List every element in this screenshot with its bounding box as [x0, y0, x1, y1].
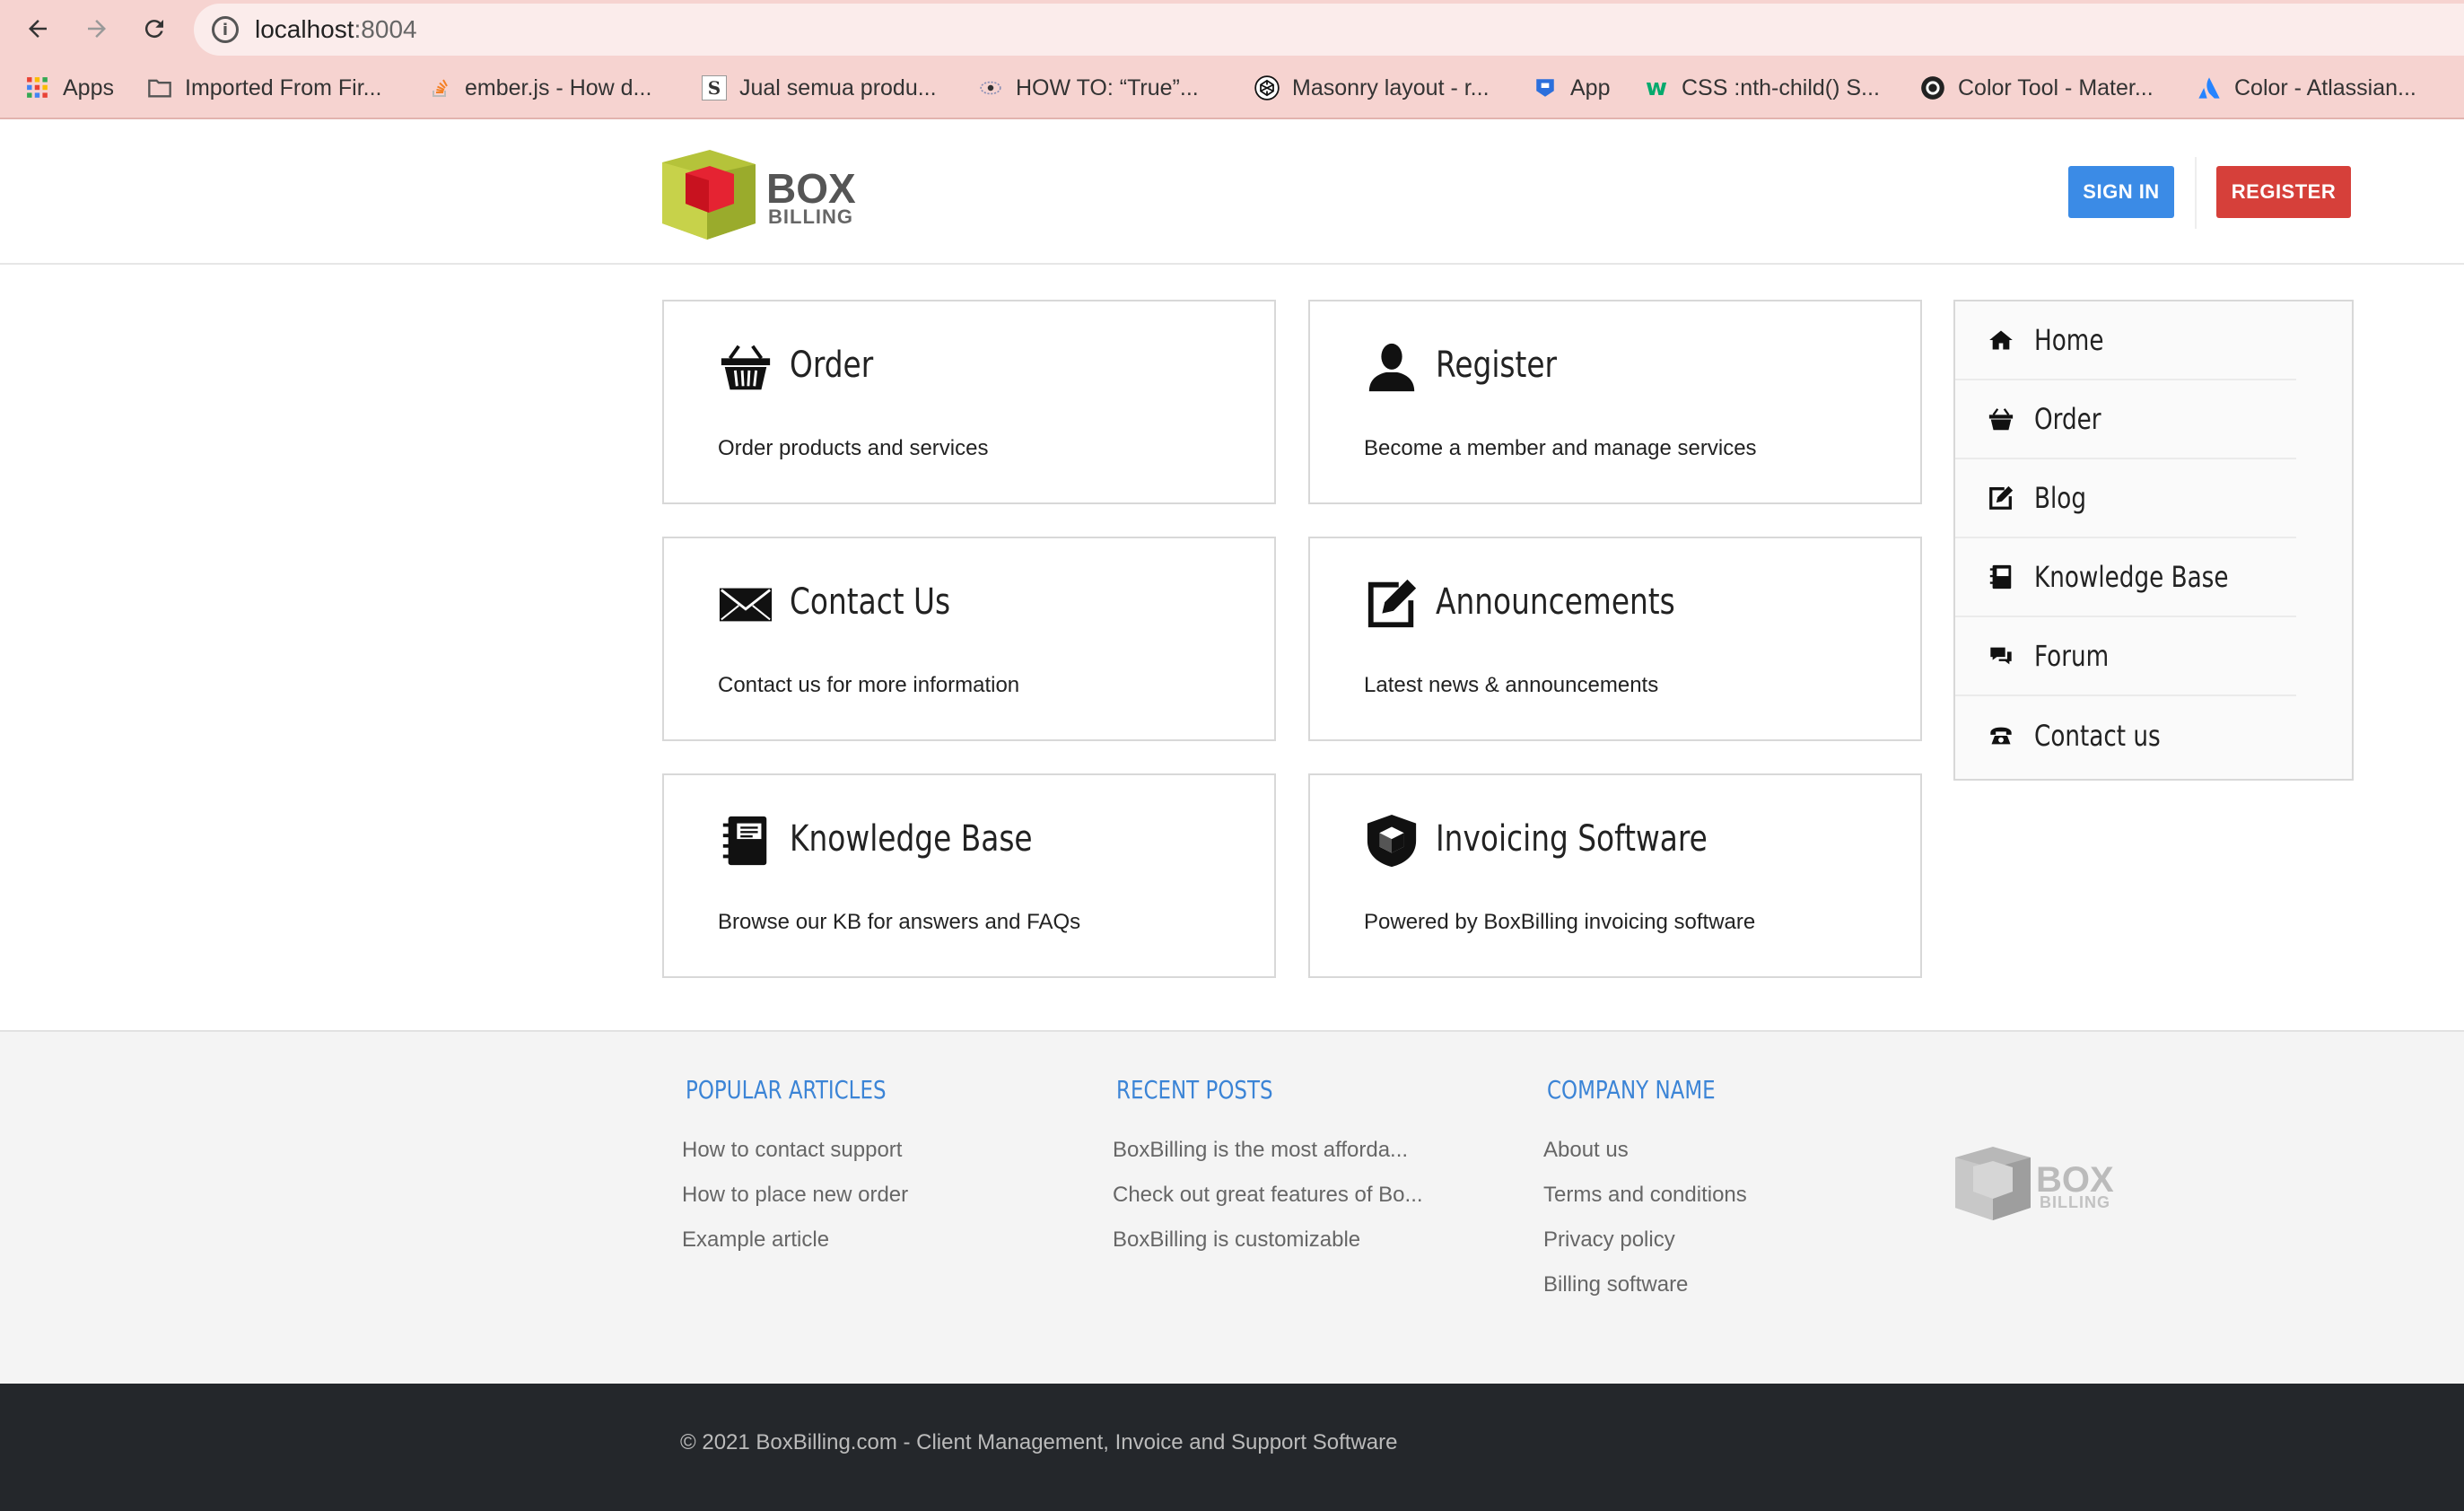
bookmark-imported[interactable]: Imported From Fir... [147, 72, 381, 104]
card-title: Knowledge Base [790, 818, 1033, 860]
register-button[interactable]: REGISTER [2216, 166, 2351, 218]
edit-icon [1986, 483, 2016, 513]
card-description: Powered by BoxBilling invoicing software [1364, 910, 1756, 934]
svg-text:BILLING: BILLING [2040, 1193, 2110, 1211]
header-divider [2195, 157, 2197, 229]
apps-grid-icon [25, 75, 50, 100]
info-icon[interactable]: i [212, 16, 239, 43]
bottom-bar: © 2021 BoxBilling.com - Client Managemen… [0, 1384, 2464, 1511]
bookmark-app[interactable]: App [1533, 72, 1610, 104]
w3schools-icon: w [1645, 74, 1668, 101]
footer-link[interactable]: BoxBilling is the most afforda... [1113, 1138, 1423, 1163]
side-menu-item-order[interactable]: Order [1955, 380, 2296, 459]
boxbilling-logo[interactable]: BOX BILLING [660, 144, 876, 243]
card-order[interactable]: Order Order products and services [662, 300, 1276, 504]
footer: POPULAR ARTICLES How to contact support … [0, 1030, 2464, 1384]
card-title: Invoicing Software [1436, 818, 1708, 860]
footer-link[interactable]: Privacy policy [1543, 1227, 1752, 1253]
card-description: Order products and services [718, 436, 989, 460]
basket-icon [721, 345, 771, 390]
codepen-icon [1254, 75, 1280, 100]
card-register[interactable]: Register Become a member and manage serv… [1308, 300, 1922, 504]
footer-heading: RECENT POSTS [1116, 1075, 1273, 1105]
svg-text:BILLING: BILLING [768, 205, 853, 228]
arrow-right-icon [88, 20, 106, 38]
bookmarks-bar: Apps Imported From Fir... ember.js - How… [0, 63, 2464, 113]
footer-heading: POPULAR ARTICLES [686, 1075, 887, 1105]
footer-link[interactable]: Billing software [1543, 1272, 1752, 1297]
bookmark-howto[interactable]: HOW TO: “True”... [978, 72, 1199, 104]
side-menu-item-forum[interactable]: Forum [1955, 617, 2296, 696]
app-icon [1533, 75, 1558, 100]
reload-icon [144, 20, 163, 39]
shield-box-icon [1367, 814, 1417, 868]
footer-company: COMPANY NAME About us Terms and conditio… [1543, 1075, 1752, 1297]
footer-link[interactable]: About us [1543, 1138, 1752, 1163]
side-menu-item-knowledge-base[interactable]: Knowledge Base [1955, 538, 2296, 617]
bookmark-color-tool[interactable]: Color Tool - Mater... [1920, 72, 2154, 104]
home-icon [1986, 325, 2016, 355]
s-icon: S [702, 75, 727, 100]
book-icon [722, 816, 767, 866]
comments-icon [1986, 641, 2016, 671]
side-menu-item-contact-us[interactable]: Contact us [1955, 696, 2296, 775]
envelope-icon [719, 588, 773, 622]
basket-icon [1986, 404, 2016, 434]
card-title: Order [790, 345, 874, 386]
footer-link[interactable]: How to place new order [682, 1183, 931, 1208]
footer-link[interactable]: Example article [682, 1227, 931, 1253]
card-invoicing-software[interactable]: Invoicing Software Powered by BoxBilling… [1308, 773, 1922, 978]
footer-recent-posts: RECENT POSTS BoxBilling is the most affo… [1113, 1075, 1423, 1253]
back-button[interactable] [18, 9, 57, 48]
card-description: Become a member and manage services [1364, 436, 1757, 460]
card-knowledge-base[interactable]: Knowledge Base Browse our KB for answers… [662, 773, 1276, 978]
bookmark-atlassian[interactable]: Color - Atlassian... [2197, 72, 2416, 104]
github-icon [1920, 75, 1945, 100]
card-title: Contact Us [790, 581, 951, 623]
copyright-text: © 2021 BoxBilling.com - Client Managemen… [680, 1430, 1398, 1454]
footer-link[interactable]: How to contact support [682, 1138, 931, 1163]
atlassian-icon [2197, 75, 2222, 100]
card-description: Contact us for more information [718, 673, 1020, 697]
eye-icon [978, 75, 1003, 100]
card-title: Register [1436, 345, 1558, 386]
browser-chrome: i localhost:8004 Apps Imported From Fir.… [0, 0, 2464, 119]
card-contact-us[interactable]: Contact Us Contact us for more informati… [662, 537, 1276, 741]
url-text: localhost:8004 [255, 15, 417, 43]
card-description: Latest news & announcements [1364, 673, 1659, 697]
stackoverflow-icon [427, 75, 452, 100]
side-menu-item-home[interactable]: Home [1955, 301, 2296, 380]
bookmark-jual[interactable]: S Jual semua produ... [702, 72, 937, 104]
reload-button[interactable] [135, 9, 174, 48]
side-menu-item-blog[interactable]: Blog [1955, 459, 2296, 538]
bookmark-nth-child[interactable]: w CSS :nth-child() S... [1644, 72, 1880, 104]
phone-icon [1986, 721, 2016, 751]
user-icon [1368, 343, 1415, 392]
folder-icon [147, 75, 172, 100]
site-header: BOX BILLING SIGN IN REGISTER [0, 121, 2464, 265]
footer-popular-articles: POPULAR ARTICLES How to contact support … [682, 1075, 931, 1253]
footer-logo: BOX BILLING [1953, 1141, 2133, 1231]
forward-button[interactable] [77, 9, 117, 48]
bookmark-apps[interactable]: Apps [25, 72, 114, 104]
card-description: Browse our KB for answers and FAQs [718, 910, 1081, 934]
address-bar[interactable]: i localhost:8004 [194, 4, 2464, 56]
card-title: Announcements [1436, 581, 1675, 623]
sign-in-button[interactable]: SIGN IN [2068, 166, 2174, 218]
footer-link[interactable]: Terms and conditions [1543, 1183, 1752, 1208]
edit-icon [1367, 579, 1417, 628]
bookmark-masonry[interactable]: Masonry layout - r... [1254, 72, 1490, 104]
card-announcements[interactable]: Announcements Latest news & announcement… [1308, 537, 1922, 741]
footer-link[interactable]: Check out great features of Bo... [1113, 1183, 1423, 1208]
book-icon [1986, 562, 2016, 592]
footer-heading: COMPANY NAME [1547, 1075, 1716, 1105]
bookmark-emberjs[interactable]: ember.js - How d... [427, 72, 651, 104]
footer-link[interactable]: BoxBilling is customizable [1113, 1227, 1423, 1253]
arrow-left-icon [29, 20, 47, 38]
side-menu: Home Order Blog Knowledge Base Forum Con… [1953, 300, 2354, 781]
